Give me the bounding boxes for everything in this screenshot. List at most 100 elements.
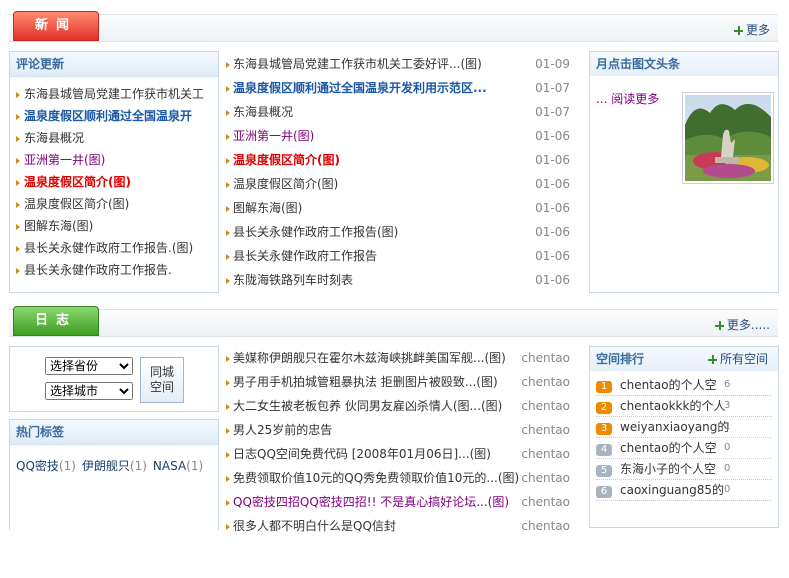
rank-space-name[interactable]: chentaokkk的个人: [620, 399, 725, 413]
rank-space-name[interactable]: 东海小子的个人空: [620, 462, 716, 476]
news-item[interactable]: 亚洲第一井(图) 01-06: [225, 124, 580, 148]
news-item[interactable]: 温泉度假区顺利通过全国温泉开发利用示范区... 01-07: [225, 76, 580, 100]
comment-item[interactable]: 温泉度假区简介(图): [10, 193, 218, 215]
rank-space-name[interactable]: caoxinguang85的: [620, 483, 724, 497]
news-item[interactable]: 图解东海(图) 01-06: [225, 196, 580, 220]
news-section-bar: 新闻 更多: [9, 11, 778, 42]
news-item-title[interactable]: 东陇海铁路列车时刻表: [233, 273, 353, 287]
blog-item[interactable]: 美媒称伊朗舰只在霍尔木兹海峡挑衅美国军舰...(图) chentao: [225, 346, 580, 370]
news-item[interactable]: 温泉度假区简介(图) 01-06: [225, 172, 580, 196]
ranking-item[interactable]: 1 chentao的个人空 6: [596, 375, 772, 396]
blog-section-bar: 日志 更多.....: [9, 306, 778, 337]
news-item-title[interactable]: 亚洲第一井(图): [233, 129, 314, 143]
space-ranking-panel: 空间排行 所有空间 1 chentao的个人空 6 2 chentaokkk的个人 3 3 w…: [589, 346, 779, 528]
tag-link[interactable]: 伊朗舰只(1): [82, 459, 147, 473]
news-list: 东海县城管局党建工作获市机关工委好评...(图) 01-09 温泉度假区顺利通过全国…: [225, 52, 580, 292]
all-spaces-link[interactable]: 所有空间: [707, 347, 768, 371]
news-item-title[interactable]: 图解东海(图): [233, 201, 302, 215]
blog-tab[interactable]: 日志: [13, 306, 99, 336]
blog-item-title[interactable]: 男子用手机拍城管粗暴执法 拒删图片被殴致...(图): [233, 375, 498, 389]
comments-title: 评论更新: [10, 52, 218, 77]
comment-item[interactable]: 东海县概况: [10, 127, 218, 149]
news-item-date: 01-07: [535, 81, 570, 95]
blog-item-author[interactable]: chentao: [521, 370, 570, 394]
blog-item-title[interactable]: 免费领取价值10元的QQ秀免费领取价值10元的...(图): [233, 471, 519, 485]
rank-number-badge: 1: [596, 381, 612, 393]
news-item-title[interactable]: 温泉度假区简介(图): [233, 153, 340, 167]
tag-link[interactable]: NASA(1): [153, 459, 203, 473]
blog-item[interactable]: 日志QQ空间免费代码 [2008年01月06日]...(图) chentao: [225, 442, 580, 466]
blog-item[interactable]: 免费领取价值10元的QQ秀免费领取价值10元的...(图) chentao: [225, 466, 580, 490]
comments-list: 东海县城管局党建工作获市机关工 温泉度假区顺利通过全国温泉开 东海县概况 亚洲第一井(…: [10, 83, 218, 281]
comment-item[interactable]: 县长关永健作政府工作报告.: [10, 259, 218, 281]
news-item-title[interactable]: 县长关永健作政府工作报告(图): [233, 225, 398, 239]
blog-item-author[interactable]: chentao: [521, 346, 570, 370]
news-item-title[interactable]: 温泉度假区简介(图): [233, 177, 338, 191]
rank-space-name[interactable]: chentao的个人空: [620, 378, 717, 392]
news-item[interactable]: 县长关永健作政府工作报告(图) 01-06: [225, 220, 580, 244]
blog-item-author[interactable]: chentao: [521, 394, 570, 418]
blog-item-title[interactable]: 很多人都不明白什么是QQ信封: [233, 519, 396, 533]
comment-item[interactable]: 图解东海(图): [10, 215, 218, 237]
read-more-link[interactable]: ... 阅读更多: [596, 90, 659, 107]
comment-item[interactable]: 县长关永健作政府工作报告.(图): [10, 237, 218, 259]
comment-item[interactable]: 东海县城管局党建工作获市机关工: [10, 83, 218, 105]
news-more-link[interactable]: 更多: [733, 21, 770, 38]
plus-icon: [707, 355, 717, 364]
blog-item-author[interactable]: chentao: [521, 442, 570, 466]
blog-item-title[interactable]: 男人25岁前的忠告: [233, 423, 332, 437]
rank-count: 0: [724, 484, 731, 495]
news-item[interactable]: 东海县城管局党建工作获市机关工委好评...(图) 01-09: [225, 52, 580, 76]
rank-number-badge: 5: [596, 465, 612, 477]
ranking-item[interactable]: 5 东海小子的个人空 0: [596, 459, 772, 480]
tag-name: 伊朗舰只: [81, 459, 130, 473]
blog-item[interactable]: 男子用手机拍城管粗暴执法 拒删图片被殴致...(图) chentao: [225, 370, 580, 394]
blog-item-title[interactable]: 大二女生被老板包养 伙同男友雇凶杀情人(图...(图): [233, 399, 502, 413]
rank-space-name[interactable]: weiyanxiaoyang的: [620, 420, 729, 434]
news-item[interactable]: 县长关永健作政府工作报告 01-06: [225, 244, 580, 268]
news-item-date: 01-09: [535, 57, 570, 71]
headline-photo[interactable]: [682, 92, 774, 184]
province-select[interactable]: 选择省份: [45, 357, 133, 375]
news-item-title[interactable]: 东海县城管局党建工作获市机关工委好评...(图): [233, 57, 482, 71]
blog-item-author[interactable]: chentao: [521, 466, 570, 490]
news-item[interactable]: 东海县概况 01-07: [225, 100, 580, 124]
news-tab[interactable]: 新闻: [13, 11, 99, 41]
blog-item[interactable]: 大二女生被老板包养 伙同男友雇凶杀情人(图...(图) chentao: [225, 394, 580, 418]
rank-space-name[interactable]: chentao的个人空: [620, 441, 717, 455]
ranking-title: 空间排行 所有空间: [590, 347, 778, 371]
ranking-item[interactable]: 3 weiyanxiaoyang的 1: [596, 417, 772, 438]
news-item-date: 01-06: [535, 249, 570, 263]
comment-item[interactable]: 温泉度假区顺利通过全国温泉开: [10, 105, 218, 127]
city-select[interactable]: 选择城市: [45, 382, 133, 400]
news-item-title[interactable]: 温泉度假区顺利通过全国温泉开发利用示范区...: [233, 81, 487, 95]
blog-item-title[interactable]: QQ密技四招QQ密技四招!! 不是真心搞好论坛...(图): [233, 495, 509, 509]
blog-item-author[interactable]: chentao: [521, 514, 570, 538]
ranking-item[interactable]: 2 chentaokkk的个人 3: [596, 396, 772, 417]
comment-item[interactable]: 亚洲第一井(图): [10, 149, 218, 171]
ranking-item[interactable]: 6 caoxinguang85的 0: [596, 480, 772, 501]
news-item[interactable]: 东陇海铁路列车时刻表 01-06: [225, 268, 580, 292]
blog-item[interactable]: 男人25岁前的忠告 chentao: [225, 418, 580, 442]
blog-item-title[interactable]: 美媒称伊朗舰只在霍尔木兹海峡挑衅美国军舰...(图): [233, 351, 506, 365]
blog-item-author[interactable]: chentao: [521, 418, 570, 442]
comment-item[interactable]: 温泉度假区简介(图): [10, 171, 218, 193]
ranking-item[interactable]: 4 chentao的个人空 0: [596, 438, 772, 459]
blog-item-title[interactable]: 日志QQ空间免费代码 [2008年01月06日]...(图): [233, 447, 491, 461]
hot-tags-panel: 热门标签 QQ密技(1) 伊朗舰只(1) NASA(1): [9, 419, 219, 530]
blog-more-link[interactable]: 更多.....: [714, 316, 770, 333]
news-item-date: 01-07: [535, 105, 570, 119]
news-item-title[interactable]: 县长关永健作政府工作报告: [233, 249, 377, 263]
blog-item[interactable]: QQ密技四招QQ密技四招!! 不是真心搞好论坛...(图) chentao: [225, 490, 580, 514]
blog-item[interactable]: 很多人都不明白什么是QQ信封 chentao: [225, 514, 580, 538]
news-item-date: 01-06: [535, 273, 570, 287]
tag-link[interactable]: QQ密技(1): [16, 459, 76, 473]
garden-photo-image: [685, 95, 771, 181]
tag-count: (1): [129, 459, 147, 473]
blog-list: 美媒称伊朗舰只在霍尔木兹海峡挑衅美国军舰...(图) chentao 男子用手机拍城…: [225, 346, 580, 578]
news-item-title[interactable]: 东海县概况: [233, 105, 293, 119]
same-city-button[interactable]: 同城空间: [140, 357, 184, 403]
blog-item-author[interactable]: chentao: [521, 490, 570, 514]
city-selector-panel: 选择省份 选择城市 同城空间: [9, 346, 219, 412]
news-item[interactable]: 温泉度假区简介(图) 01-06: [225, 148, 580, 172]
